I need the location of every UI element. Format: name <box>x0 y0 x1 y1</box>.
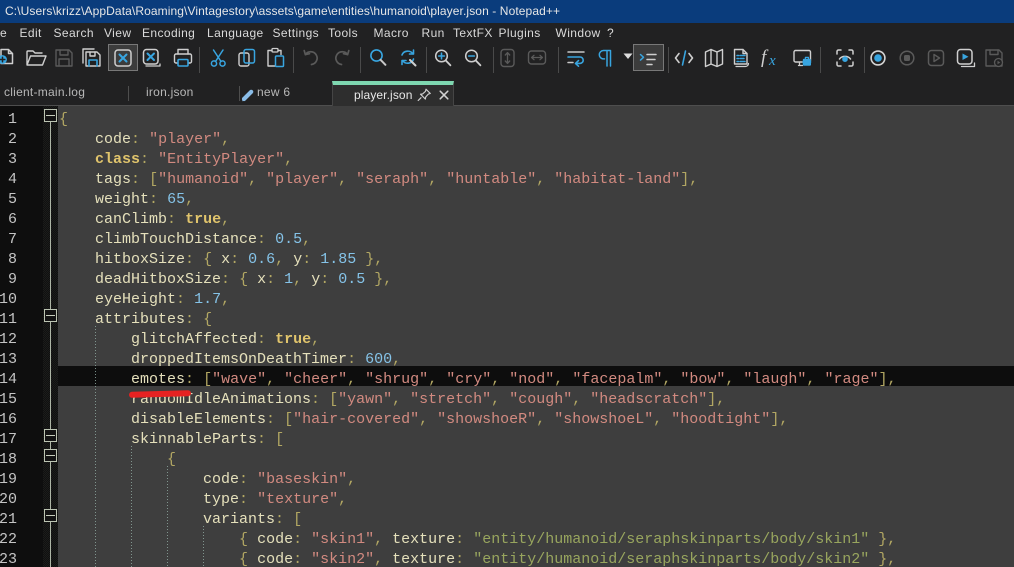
svg-text:x: x <box>768 53 776 69</box>
svg-text:f: f <box>761 47 769 68</box>
